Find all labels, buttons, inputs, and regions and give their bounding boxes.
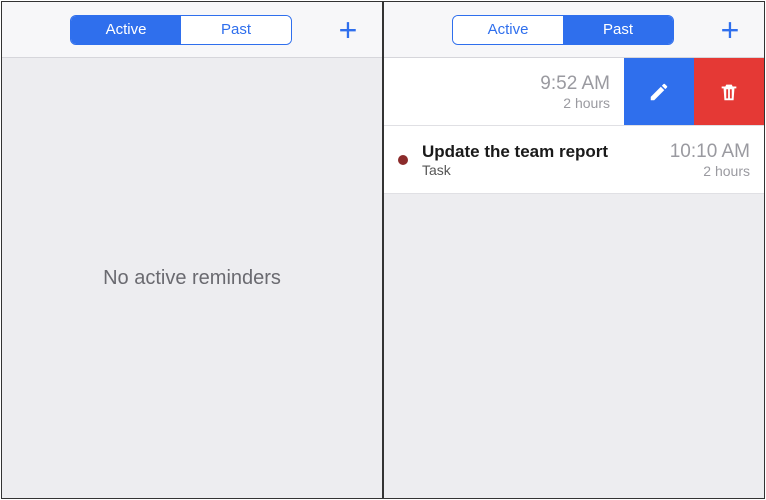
reminder-time: 9:52 AM bbox=[540, 73, 610, 95]
reminder-title: Update the team report bbox=[422, 142, 660, 162]
tab-active[interactable]: Active bbox=[453, 16, 563, 44]
reminder-title: reak! bbox=[383, 82, 540, 102]
pane-past: Active Past + reak! 9:52 AM 2 hours bbox=[383, 1, 765, 499]
time-column: 9:52 AM 2 hours bbox=[540, 73, 610, 111]
pane-active: Active Past + No active reminders bbox=[1, 1, 383, 499]
segmented-control: Active Past bbox=[70, 15, 292, 45]
list-item-content: Update the team report Task 10:10 AM 2 h… bbox=[384, 126, 764, 193]
header: Active Past + bbox=[2, 2, 382, 58]
plus-icon: + bbox=[721, 14, 740, 46]
segmented-control: Active Past bbox=[452, 15, 674, 45]
reminder-subtitle: Task bbox=[422, 162, 660, 178]
empty-state: No active reminders bbox=[2, 58, 382, 498]
add-button[interactable]: + bbox=[326, 2, 370, 57]
time-column: 10:10 AM 2 hours bbox=[670, 141, 750, 179]
list-item[interactable]: Update the team report Task 10:10 AM 2 h… bbox=[384, 126, 764, 194]
delete-button[interactable] bbox=[694, 58, 764, 125]
plus-icon: + bbox=[339, 14, 358, 46]
list-item[interactable]: reak! 9:52 AM 2 hours bbox=[384, 58, 764, 126]
pencil-icon bbox=[648, 81, 670, 103]
add-button[interactable]: + bbox=[708, 2, 752, 57]
status-dot bbox=[398, 155, 408, 165]
reminder-duration: 2 hours bbox=[563, 95, 610, 111]
body: reak! 9:52 AM 2 hours bbox=[384, 58, 764, 498]
reminder-time: 10:10 AM bbox=[670, 141, 750, 163]
tab-active[interactable]: Active bbox=[71, 16, 181, 44]
edit-button[interactable] bbox=[624, 58, 694, 125]
tab-past[interactable]: Past bbox=[563, 16, 673, 44]
status-dot-column bbox=[384, 155, 422, 165]
reminder-duration: 2 hours bbox=[703, 163, 750, 179]
text-column: Update the team report Task bbox=[422, 142, 670, 178]
trash-icon bbox=[718, 81, 740, 103]
list-item-content: reak! 9:52 AM 2 hours bbox=[383, 58, 624, 125]
tab-past[interactable]: Past bbox=[181, 16, 291, 44]
header: Active Past + bbox=[384, 2, 764, 58]
body: No active reminders bbox=[2, 58, 382, 498]
reminder-list: reak! 9:52 AM 2 hours bbox=[384, 58, 764, 194]
swipe-actions bbox=[624, 58, 764, 125]
